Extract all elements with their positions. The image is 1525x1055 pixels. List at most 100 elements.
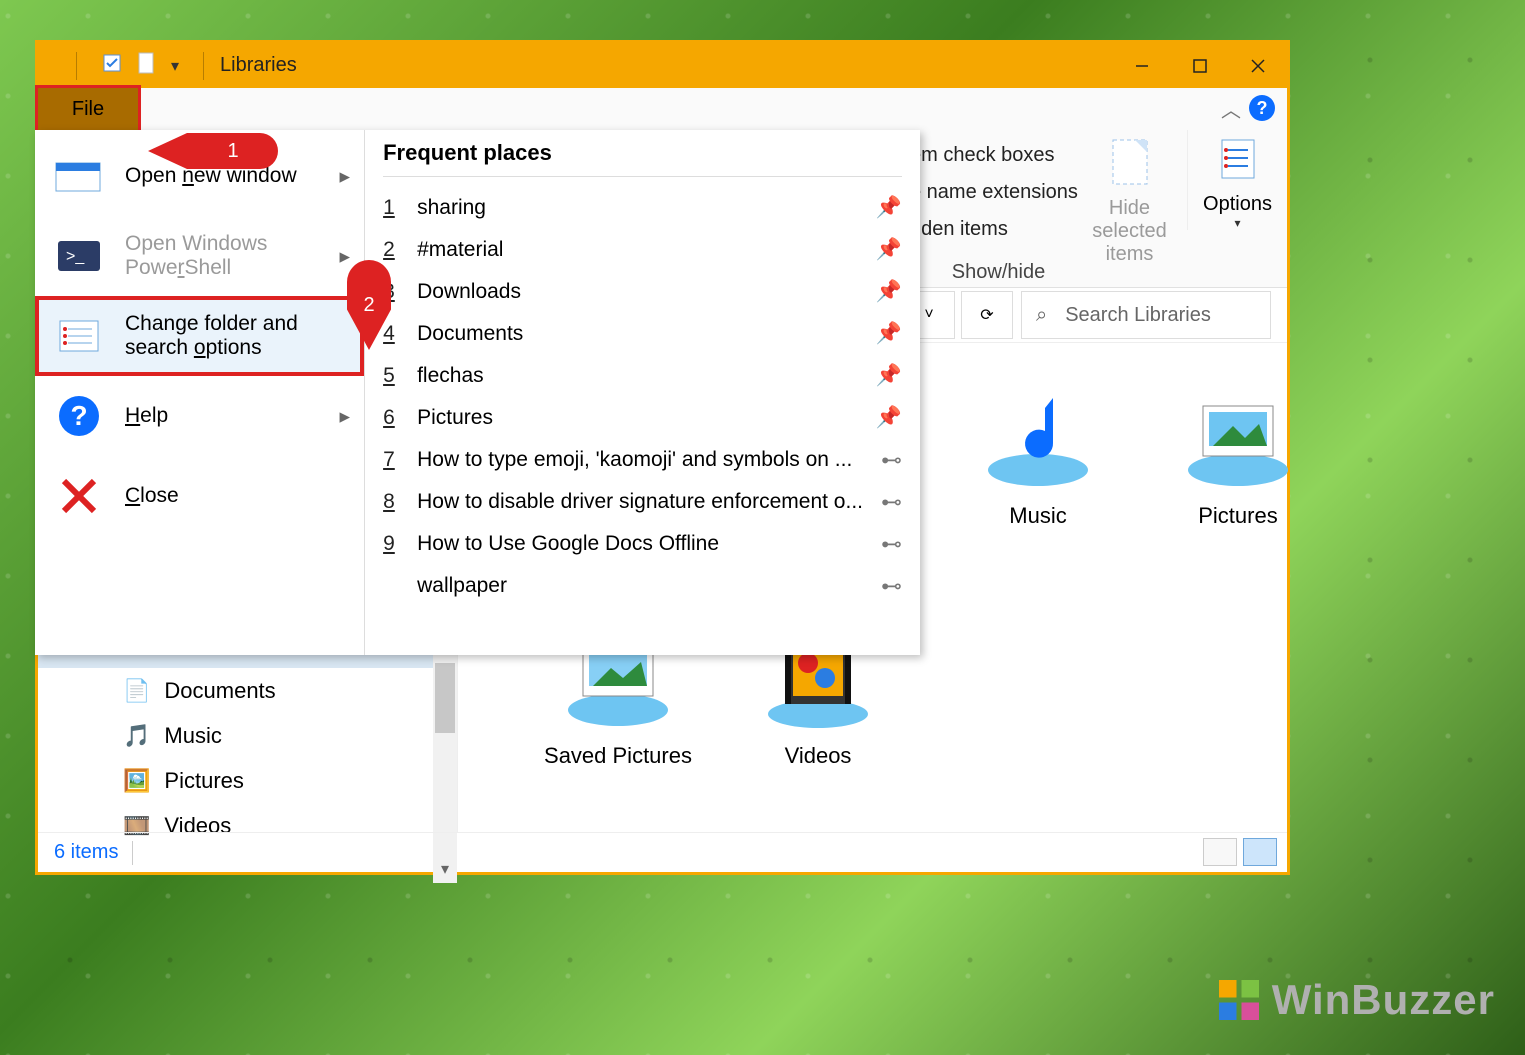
large-icons-view-button[interactable] [1243,838,1277,866]
frequent-place-item[interactable]: 6 Pictures 📌 [383,397,902,439]
properties-icon[interactable] [101,52,123,79]
pictures-icon: 🖼️ [123,768,150,794]
recent-icon[interactable]: ⊷ [881,448,902,473]
frequent-place-item[interactable]: 2 #material 📌 [383,229,902,271]
file-menu-item-label: Close [125,484,179,508]
frequent-place-label: #material [417,238,858,262]
frequent-place-item[interactable]: 8 How to disable driver signature enforce… [383,481,902,523]
file-menu-frequent: Frequent places 1sharing📌2#material📌3Dow… [365,130,920,655]
scroll-thumb[interactable] [435,663,455,733]
music-icon: 🎵 [123,723,150,749]
library-item-pictures[interactable]: Pictures [1138,383,1338,529]
winbuzzer-logo-icon [1214,975,1264,1025]
minimize-button[interactable] [1113,43,1171,88]
pin-icon[interactable]: 📌 [876,280,902,304]
file-menu-item-options[interactable]: Change folder and search options [35,296,364,376]
showhide-group: em check boxes e name extensions dden it… [910,130,1287,288]
tree-item-label: Music [164,723,221,749]
new-window-icon [53,154,105,198]
pin-icon[interactable]: 📌 [876,238,902,262]
library-item-label: Saved Pictures [518,743,718,769]
recent-icon[interactable]: ⊷ [881,490,902,515]
new-folder-icon[interactable] [137,51,157,80]
close-button[interactable] [1229,43,1287,88]
options-icon [53,314,105,358]
frequent-place-number: 8 [383,490,399,514]
frequent-place-item[interactable]: wallpaper ⊷ [383,565,902,607]
explorer-window: ▾ Libraries File ︿ ? em check boxes e na… [35,40,1290,875]
library-item-label: Videos [718,743,918,769]
library-item-label: Music [938,503,1138,529]
details-view-button[interactable] [1203,838,1237,866]
tree-item-label: Pictures [164,768,243,794]
frequent-place-item[interactable]: 7 How to type emoji, 'kaomoji' and symbol… [383,439,902,481]
separator [132,841,133,865]
tree-item-pictures[interactable]: 🖼️ Pictures [38,758,457,803]
frequent-place-number: 2 [383,238,399,262]
library-item-music[interactable]: Music [938,383,1138,529]
help-icon: ? [53,394,105,438]
pin-icon[interactable]: 📌 [876,406,902,430]
music-icon [978,383,1098,493]
frequent-place-number: 7 [383,448,399,472]
file-menu: Open new window▸>_Open Windows PowerShel… [35,130,920,655]
frequent-place-number: 9 [383,532,399,556]
frequent-place-label: sharing [417,196,858,220]
file-menu-item-help[interactable]: ? Help ▸ [35,376,364,456]
qat-dropdown-icon[interactable]: ▾ [171,56,179,76]
file-menu-commands: Open new window▸>_Open Windows PowerShel… [35,130,365,655]
frequent-place-item[interactable]: 3Downloads📌 [383,271,902,313]
frequent-place-label: wallpaper [417,574,863,598]
options-button[interactable]: Options ▾ [1187,130,1287,230]
frequent-place-number: 1 [383,196,399,220]
frequent-place-label: How to type emoji, 'kaomoji' and symbols… [417,448,863,472]
submenu-arrow-icon: ▸ [340,244,351,269]
search-box[interactable]: ⌕ Search Libraries [1021,291,1271,339]
svg-text:>_: >_ [66,248,85,265]
search-placeholder: Search Libraries [1065,304,1211,327]
pin-icon[interactable]: 📌 [876,364,902,388]
frequent-place-number: 6 [383,406,399,430]
frequent-place-item[interactable]: 1 sharing 📌 [383,187,902,229]
frequent-place-label: Pictures [417,406,858,430]
svg-text:?: ? [70,400,87,431]
titlebar: ▾ Libraries [38,43,1287,88]
quick-access-toolbar: ▾ [44,51,214,80]
help-icon[interactable]: ? [1249,95,1275,121]
file-menu-item-label: Change folder and search options [125,312,346,360]
tree-item-label: Documents [164,678,275,704]
frequent-place-label: Documents [417,322,858,346]
refresh-button[interactable]: ⟳ [961,291,1013,339]
file-menu-item-label: Open Windows PowerShell [125,232,346,280]
frequent-place-item[interactable]: 9How to Use Google Docs Offline⊷ [383,523,902,565]
recent-icon[interactable]: ⊷ [881,574,902,599]
item-count: 6 items [54,841,118,864]
status-bar: 6 items [38,832,1287,872]
recent-icon[interactable]: ⊷ [881,532,902,557]
file-menu-item-close[interactable]: Close [35,456,364,536]
separator [203,52,204,80]
showhide-group-label: Show/hide [910,261,1087,284]
separator [76,52,77,80]
frequent-place-label: How to disable driver signature enforcem… [417,490,863,514]
frequent-place-item[interactable]: 4Documents📌 [383,313,902,355]
file-name-extensions-checkbox[interactable]: e name extensions [910,181,1072,204]
pin-icon[interactable]: 📌 [876,196,902,220]
watermark: WinBuzzer [1214,975,1495,1025]
submenu-arrow-icon: ▸ [340,404,351,429]
submenu-arrow-icon: ▸ [340,164,351,189]
maximize-button[interactable] [1171,43,1229,88]
tree-item-music[interactable]: 🎵 Music [38,713,457,758]
file-menu-item-label: Help [125,404,168,428]
pictures-icon [1178,383,1298,493]
search-icon: ⌕ [1036,304,1047,327]
hidden-items-checkbox[interactable]: dden items [910,218,1072,241]
file-tab[interactable]: File [38,88,138,130]
frequent-place-item[interactable]: 5flechas📌 [383,355,902,397]
tree-item-documents[interactable]: 📄Documents [38,668,457,713]
item-check-boxes-checkbox[interactable]: em check boxes [910,144,1072,167]
frequent-place-label: flechas [417,364,858,388]
pin-icon[interactable]: 📌 [876,322,902,346]
collapse-ribbon-icon[interactable]: ︿ [1221,94,1241,123]
frequent-place-label: Downloads [417,280,858,304]
